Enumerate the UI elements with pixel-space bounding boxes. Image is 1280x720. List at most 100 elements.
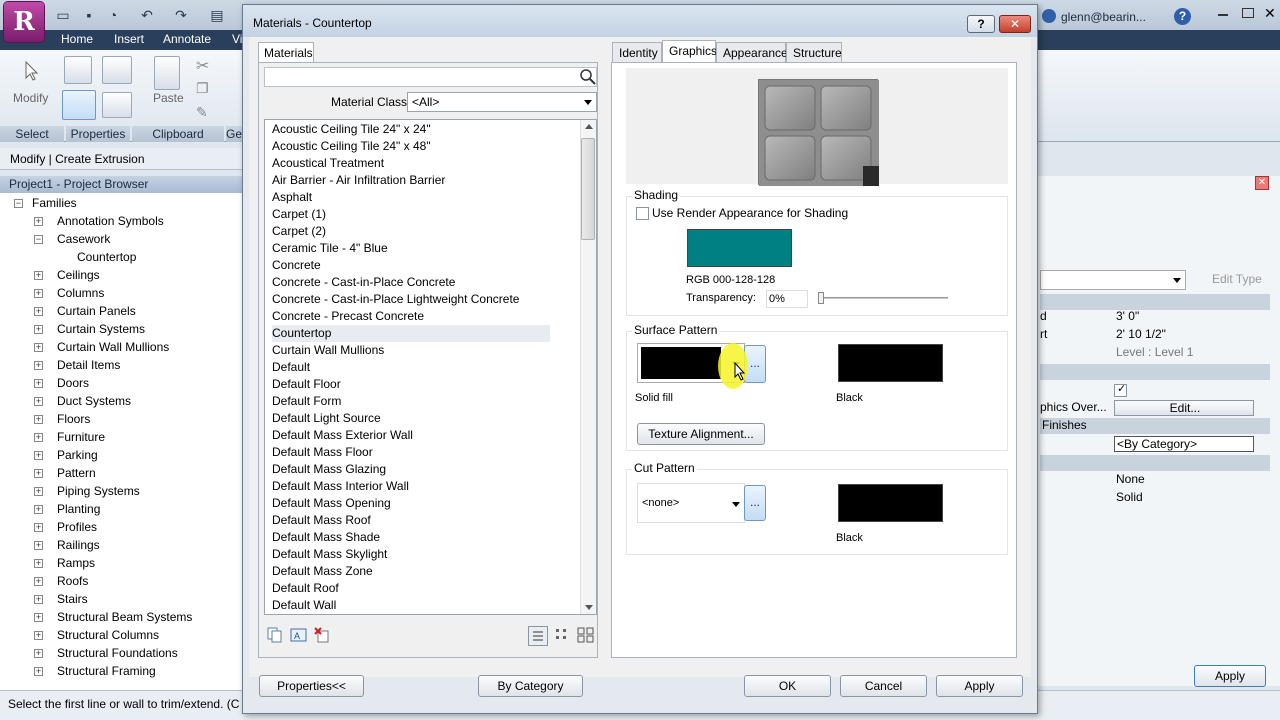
material-list-item[interactable]: Default Mass Floor (272, 444, 550, 461)
element-properties-icon[interactable] (62, 90, 96, 120)
tab-graphics[interactable]: Graphics (662, 40, 717, 63)
edit-graphics-button[interactable]: Edit... (1114, 400, 1254, 416)
material-list-item[interactable]: Default (272, 359, 550, 376)
ok-button[interactable]: OK (744, 675, 831, 697)
tab-insert[interactable]: Insert (114, 32, 144, 46)
expand-icon[interactable]: + (34, 559, 43, 568)
cut-pattern-browse-button[interactable]: ... (744, 485, 766, 521)
expand-icon[interactable]: + (34, 415, 43, 424)
texture-alignment-button[interactable]: Texture Alignment... (637, 423, 765, 445)
tree-item[interactable]: Curtain Systems (57, 322, 145, 336)
ribbon-panel-geometry[interactable]: Ge (226, 126, 242, 142)
list-view-icon[interactable] (528, 626, 548, 646)
tree-item[interactable]: Ceilings (57, 268, 100, 282)
tab-structure[interactable]: Structure (786, 42, 842, 62)
use-render-appearance-checkbox[interactable] (636, 207, 649, 220)
expand-icon[interactable]: + (34, 577, 43, 586)
cut-pattern-select[interactable]: <none> (637, 483, 745, 523)
undo-icon[interactable]: ↶ (138, 6, 156, 24)
expand-icon[interactable]: + (34, 397, 43, 406)
property-value[interactable]: 2' 10 1/2" (1114, 327, 1254, 341)
tab-materials[interactable]: Materials (258, 42, 314, 62)
tree-item[interactable]: Curtain Panels (57, 304, 136, 318)
tree-item[interactable]: Floors (57, 412, 90, 426)
material-value[interactable]: <By Category> (1114, 436, 1254, 452)
duplicate-material-icon[interactable] (266, 627, 284, 643)
transparency-input[interactable] (766, 290, 808, 308)
material-list-item[interactable]: Carpet (2) (272, 223, 550, 240)
expand-icon[interactable]: + (34, 217, 43, 226)
by-category-button[interactable]: By Category (478, 675, 583, 697)
expand-icon[interactable]: + (34, 613, 43, 622)
collapse-icon[interactable]: − (14, 199, 23, 208)
delete-material-icon[interactable] (314, 627, 332, 643)
ribbon-panel-clipboard[interactable]: Clipboard (132, 126, 224, 142)
properties-icon[interactable] (64, 56, 92, 84)
tree-item[interactable]: Structural Foundations (57, 646, 178, 660)
tree-root-families[interactable]: Families (32, 196, 77, 210)
tree-item[interactable]: Doors (57, 376, 89, 390)
expand-icon[interactable]: + (34, 667, 43, 676)
expand-icon[interactable]: + (34, 289, 43, 298)
copy-icon[interactable]: ❐ (196, 80, 209, 97)
minimize-icon[interactable] (1218, 14, 1228, 16)
expand-icon[interactable]: + (34, 307, 43, 316)
material-list-item[interactable]: Concrete (272, 257, 550, 274)
family-types-icon[interactable] (102, 92, 132, 118)
material-list-item[interactable]: Carpet (1) (272, 206, 550, 223)
material-list-item[interactable]: Default Mass Glazing (272, 461, 550, 478)
type-properties-icon[interactable] (102, 56, 132, 84)
project-browser[interactable]: − Families + Annotation Symbols − Casework C… (0, 193, 242, 690)
small-icons-view-icon[interactable] (554, 627, 572, 643)
material-list-item[interactable]: Acoustic Ceiling Tile 24" x 24" (272, 121, 550, 138)
property-row[interactable]: <By Category> (1040, 436, 1270, 454)
help-icon[interactable]: ? (1174, 8, 1191, 25)
material-list-item[interactable]: Concrete - Cast-in-Place Lightweight Con… (272, 291, 550, 308)
expand-icon[interactable]: + (34, 271, 43, 280)
close-icon[interactable]: ✕ (1264, 5, 1276, 22)
cut-pattern-color-swatch[interactable] (838, 484, 943, 522)
tree-item[interactable]: Detail Items (57, 358, 120, 372)
material-search-input[interactable] (264, 67, 597, 87)
expand-icon[interactable]: + (34, 487, 43, 496)
redo-icon[interactable]: ↷ (172, 6, 190, 24)
expand-icon[interactable]: + (34, 505, 43, 514)
application-menu-button[interactable]: R (4, 2, 44, 42)
material-list-item[interactable]: Default Mass Exterior Wall (272, 427, 550, 444)
tab-annotate[interactable]: Annotate (163, 32, 211, 46)
material-list-item[interactable]: Default Roof (272, 580, 550, 597)
property-row[interactable]: Solid (1040, 490, 1270, 508)
edit-type-button[interactable]: Edit Type (1192, 270, 1272, 290)
material-list-item[interactable]: Default Mass Interior Wall (272, 478, 550, 495)
expand-icon[interactable]: + (34, 325, 43, 334)
property-value[interactable]: 3' 0" (1114, 309, 1254, 323)
ribbon-panel-select[interactable]: Select (0, 126, 64, 142)
material-list-item[interactable]: Curtain Wall Mullions (272, 342, 550, 359)
material-list-item[interactable]: Countertop (272, 325, 550, 342)
expand-icon[interactable]: + (34, 523, 43, 532)
surface-pattern-color-swatch[interactable] (838, 344, 943, 382)
property-value[interactable]: None (1114, 472, 1254, 486)
large-icons-view-icon[interactable] (577, 627, 595, 643)
tree-item[interactable]: Parking (57, 448, 98, 462)
save-icon[interactable]: ▪ (80, 6, 98, 24)
apply-button[interactable]: Apply (936, 675, 1023, 697)
cancel-button[interactable]: Cancel (840, 675, 927, 697)
material-list-item[interactable]: Concrete - Precast Concrete (272, 308, 550, 325)
property-row[interactable]: d 3' 0" (1040, 309, 1270, 327)
expand-icon[interactable]: + (34, 649, 43, 658)
rename-material-icon[interactable]: A (290, 627, 308, 643)
paste-icon[interactable] (154, 56, 180, 90)
tree-item[interactable]: Curtain Wall Mullions (57, 340, 169, 354)
window-controls[interactable]: ✕ (1210, 5, 1280, 24)
material-list-item[interactable]: Air Barrier - Air Infiltration Barrier (272, 172, 550, 189)
material-class-select[interactable]: <All> (407, 92, 597, 112)
material-list-item[interactable]: Acoustic Ceiling Tile 24" x 48" (272, 138, 550, 155)
expand-icon[interactable]: + (34, 433, 43, 442)
collapse-icon[interactable]: − (34, 235, 43, 244)
property-row[interactable]: Level : Level 1 (1040, 345, 1270, 363)
expand-icon[interactable]: + (34, 343, 43, 352)
property-value[interactable]: Solid (1114, 490, 1254, 504)
open-icon[interactable]: ▭ (54, 6, 72, 24)
scroll-up-icon[interactable] (585, 124, 593, 129)
